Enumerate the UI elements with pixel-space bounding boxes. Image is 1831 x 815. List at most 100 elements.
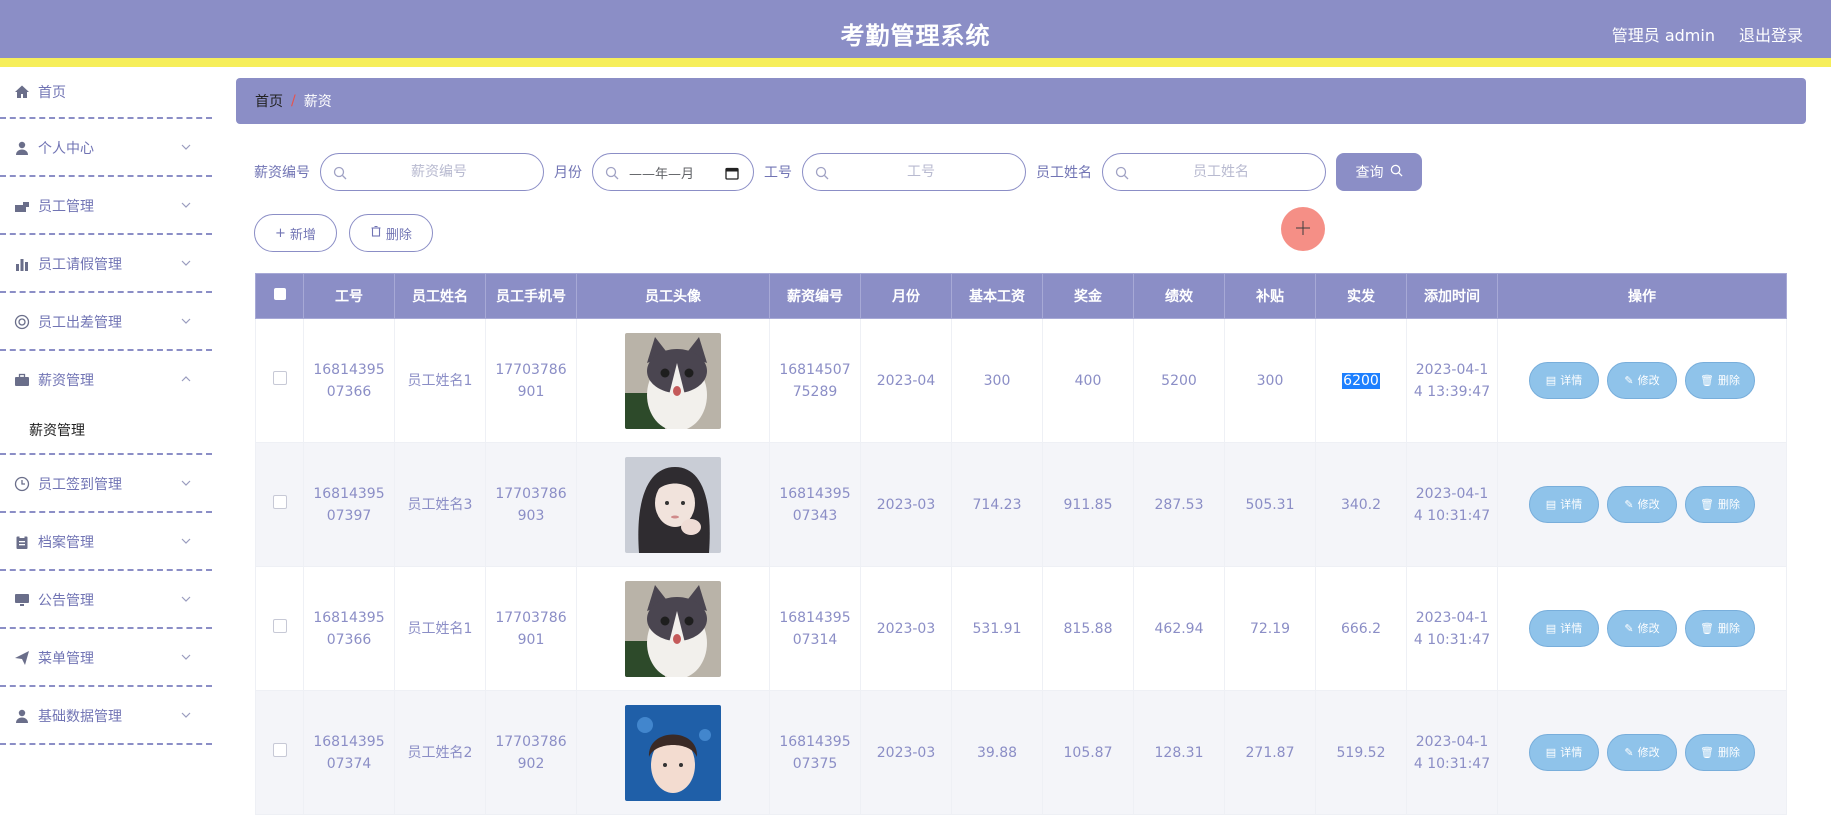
created-time-cell: 2023-04-1 4 13:39:47 xyxy=(1406,318,1498,443)
calendar-icon[interactable] xyxy=(725,165,739,184)
sidebar-item-employee[interactable]: 员工管理 xyxy=(0,179,212,235)
row-select-cell xyxy=(255,442,304,567)
month-label: 月份 xyxy=(554,165,582,181)
edit-button[interactable]: ✎ 修改 xyxy=(1607,362,1677,399)
query-button[interactable]: 查询 xyxy=(1336,153,1422,191)
emp-no-cell: 16814395 07366 xyxy=(303,566,395,691)
sidebar-item-archive[interactable]: 档案管理 xyxy=(0,515,212,571)
base-salary-cell: 300 xyxy=(951,318,1043,443)
detail-button[interactable]: ▤ 详情 xyxy=(1529,362,1599,399)
sidebar-item-personal-center[interactable]: 个人中心 xyxy=(0,121,212,177)
sidebar-item-label: 基础数据管理 xyxy=(38,709,122,725)
breadcrumb: 首页 / 薪资 xyxy=(236,78,1806,124)
row-checkbox[interactable] xyxy=(272,742,287,757)
toolbar-actions: + 新增 删除 xyxy=(254,214,433,252)
lifebuoy-icon xyxy=(14,314,30,330)
table-row: 16814395 07397 员工姓名3 17703786 903 16814395… xyxy=(255,442,1787,567)
performance-cell: 462.94 xyxy=(1133,566,1225,691)
sidebar-item-label: 员工请假管理 xyxy=(38,257,122,273)
breadcrumb-home[interactable]: 首页 xyxy=(255,91,283,111)
pencil-icon: ✎ xyxy=(1624,373,1634,387)
delete-button[interactable]: 🗑 删除 xyxy=(1685,486,1755,523)
detail-button[interactable]: ▤ 详情 xyxy=(1529,486,1599,523)
avatar-cell xyxy=(576,566,770,691)
sidebar-item-notice[interactable]: 公告管理 xyxy=(0,573,212,629)
chevron-down-icon xyxy=(180,199,192,215)
month-picker[interactable]: ——年—月 xyxy=(592,153,754,191)
row-checkbox[interactable] xyxy=(272,370,287,385)
home-icon xyxy=(14,84,30,100)
edit-button[interactable]: ✎ 修改 xyxy=(1607,734,1677,771)
delete-button[interactable]: 🗑 删除 xyxy=(1685,610,1755,647)
avatar-cat-image[interactable] xyxy=(625,580,721,677)
month-value: ——年—月 xyxy=(629,166,695,182)
edit-button[interactable]: ✎ 修改 xyxy=(1607,610,1677,647)
delete-button[interactable]: 🗑 删除 xyxy=(1685,734,1755,771)
select-all-checkbox[interactable] xyxy=(273,288,286,300)
pencil-icon: ✎ xyxy=(1624,621,1634,635)
sidebar-item-checkin[interactable]: 员工签到管理 xyxy=(0,457,212,513)
avatar-girl-image[interactable] xyxy=(625,456,721,553)
emp-name-cell: 员工姓名3 xyxy=(394,442,486,567)
document-icon: ▤ xyxy=(1545,373,1557,387)
performance-cell: 128.31 xyxy=(1133,690,1225,815)
employee-icon xyxy=(14,198,30,214)
column-header: 员工头像 xyxy=(576,273,770,319)
emp-no-input[interactable] xyxy=(803,164,1025,180)
sidebar-subitem-salary-management[interactable]: 薪资管理 xyxy=(0,407,212,455)
sidebar-item-salary[interactable]: 薪资管理 xyxy=(0,353,212,407)
salary-no-input[interactable] xyxy=(321,164,543,180)
column-header: 绩效 xyxy=(1133,273,1225,319)
clipboard-icon xyxy=(14,534,30,550)
logout-link[interactable]: 退出登录 xyxy=(1739,22,1803,46)
sidebar-item-business-trip[interactable]: 员工出差管理 xyxy=(0,295,212,351)
user-icon xyxy=(14,708,30,724)
net-pay-cell: 666.2 xyxy=(1315,566,1407,691)
avatar-cat-image[interactable] xyxy=(625,332,721,429)
top-header: 考勤管理系统 管理员 admin 退出登录 xyxy=(0,0,1831,67)
select-all-header[interactable] xyxy=(255,273,304,319)
month-cell: 2023-03 xyxy=(860,566,952,691)
salary-no-cell: 16814395 07375 xyxy=(769,690,861,815)
trash-icon: 🗑 xyxy=(1700,621,1714,635)
sidebar-item-leave[interactable]: 员工请假管理 xyxy=(0,237,212,293)
edit-button[interactable]: ✎ 修改 xyxy=(1607,486,1677,523)
sidebar-item-menu-manage[interactable]: 菜单管理 xyxy=(0,631,212,687)
chevron-up-icon xyxy=(180,373,192,389)
admin-user-label[interactable]: 管理员 admin xyxy=(1612,22,1715,46)
sidebar-item-label: 薪资管理 xyxy=(38,373,94,389)
send-icon xyxy=(14,650,30,666)
emp-name-label: 员工姓名 xyxy=(1036,165,1092,181)
document-icon: ▤ xyxy=(1545,745,1557,759)
search-icon xyxy=(1115,165,1129,184)
detail-button[interactable]: ▤ 详情 xyxy=(1529,734,1599,771)
table-header-row: 工号 员工姓名 员工手机号 员工头像 薪资编号 月份 基本工资 奖金 绩效 补贴… xyxy=(255,273,1787,319)
salary-no-label: 薪资编号 xyxy=(254,165,310,181)
trash-icon: 🗑 xyxy=(1700,373,1714,387)
emp-name-cell: 员工姓名2 xyxy=(394,690,486,815)
column-header: 添加时间 xyxy=(1406,273,1498,319)
emp-name-input[interactable] xyxy=(1103,164,1325,180)
sidebar-item-base-data[interactable]: 基础数据管理 xyxy=(0,689,212,745)
emp-no-cell: 16814395 07366 xyxy=(303,318,395,443)
add-button[interactable]: + 新增 xyxy=(254,214,337,252)
column-header: 补贴 xyxy=(1224,273,1316,319)
operations-cell: ▤ 详情 ✎ 修改 🗑 删除 xyxy=(1497,566,1787,691)
search-icon xyxy=(1390,164,1403,181)
batch-delete-button[interactable]: 删除 xyxy=(348,214,433,252)
row-select-cell xyxy=(255,318,304,443)
plus-icon: + xyxy=(275,225,286,241)
row-checkbox[interactable] xyxy=(272,618,287,633)
row-checkbox[interactable] xyxy=(272,494,287,509)
avatar-boy-image[interactable] xyxy=(625,704,721,801)
add-label: 新增 xyxy=(289,227,316,243)
chevron-down-icon xyxy=(180,709,192,725)
sidebar-item-home[interactable]: 首页 xyxy=(0,67,212,119)
pencil-icon: ✎ xyxy=(1624,745,1634,759)
user-icon xyxy=(14,140,30,156)
detail-button[interactable]: ▤ 详情 xyxy=(1529,610,1599,647)
crosshair-icon xyxy=(1296,220,1310,239)
delete-button[interactable]: 🗑 删除 xyxy=(1685,362,1755,399)
phone-cell: 17703786 901 xyxy=(485,566,577,691)
emp-name-cell: 员工姓名1 xyxy=(394,318,486,443)
